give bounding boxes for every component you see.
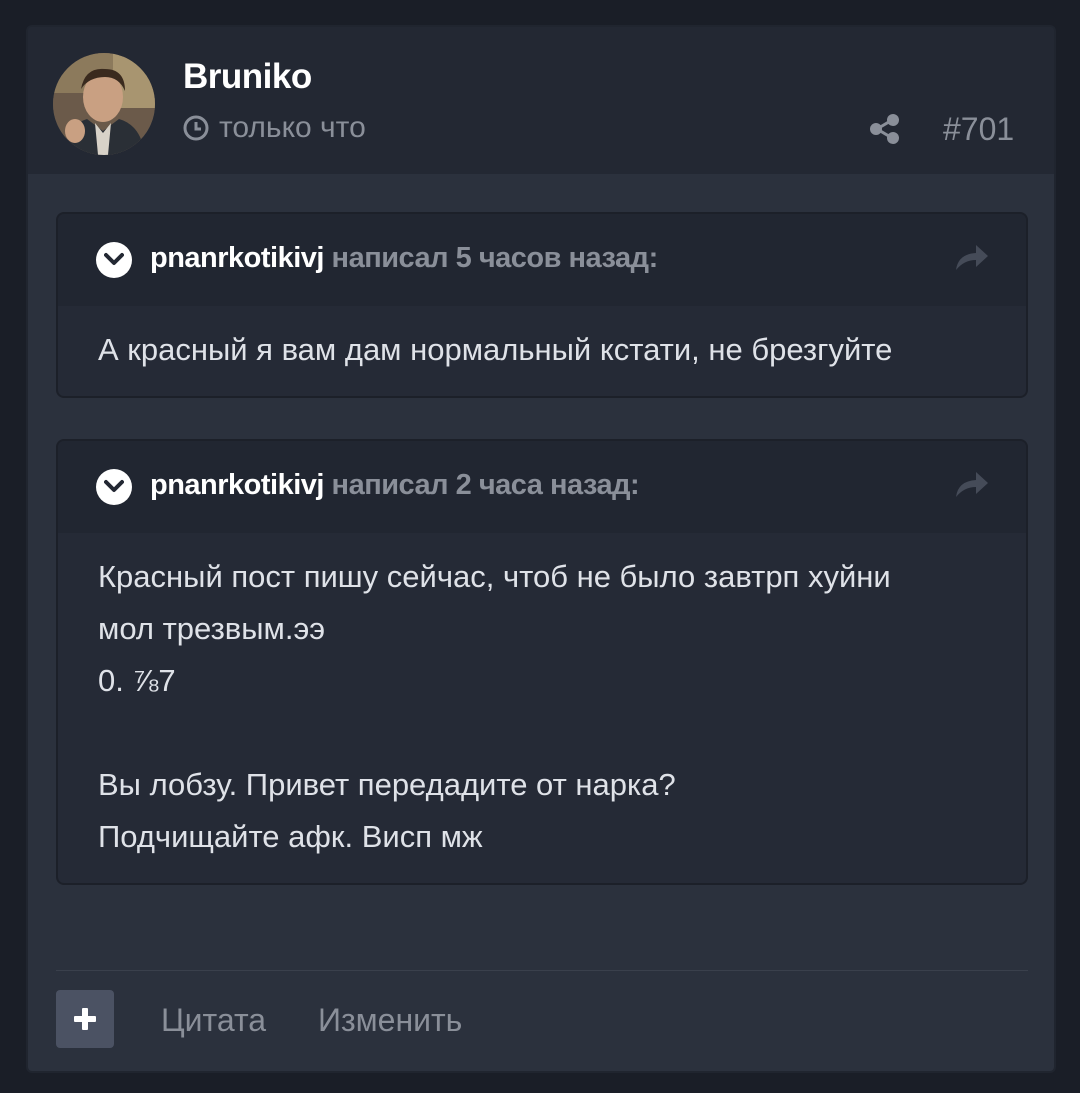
quote-header: pnanrkotikivj написал 5 часов назад: bbox=[58, 214, 1026, 306]
edit-button[interactable]: Изменить bbox=[318, 1002, 462, 1039]
quote-line: 0. ⅞7 bbox=[98, 663, 176, 698]
quote-author[interactable]: pnanrkotikivj bbox=[150, 242, 325, 274]
quote-body: Красный пост пишу сейчас, чтоб не было з… bbox=[58, 533, 1026, 883]
forum-post: Bruniko только что #701 pnanrkotikivj на… bbox=[26, 25, 1056, 1073]
post-header: Bruniko только что #701 bbox=[28, 27, 1054, 174]
quote-line: Подчищайте афк. Висп мж bbox=[98, 819, 483, 854]
avatar[interactable] bbox=[53, 53, 155, 155]
post-author[interactable]: Bruniko bbox=[183, 57, 312, 97]
quote-block: pnanrkotikivj написал 2 часа назад: Крас… bbox=[56, 439, 1028, 885]
quote-header: pnanrkotikivj написал 2 часа назад: bbox=[58, 441, 1026, 533]
quote-line: А красный я вам дам нормальный кстати, н… bbox=[98, 332, 893, 367]
quote-line: Вы лобзу. Привет передадите от нарка? bbox=[98, 767, 676, 802]
reply-arrow-icon[interactable] bbox=[954, 469, 990, 499]
quote-line: Красный пост пишу сейчас, чтоб не было з… bbox=[98, 559, 891, 594]
quote-meta: написал 2 часа назад: bbox=[324, 469, 640, 501]
footer-divider bbox=[56, 970, 1028, 971]
timestamp-text: только что bbox=[219, 111, 366, 144]
clock-icon bbox=[183, 115, 209, 141]
plus-icon[interactable] bbox=[56, 990, 114, 1048]
quote-line: мол трезвым.ээ bbox=[98, 611, 326, 646]
reply-arrow-icon[interactable] bbox=[954, 242, 990, 272]
quote-line bbox=[98, 707, 986, 759]
quote-body: А красный я вам дам нормальный кстати, н… bbox=[58, 306, 1026, 396]
post-number-link[interactable]: #701 bbox=[943, 111, 1014, 148]
post-timestamp: только что bbox=[183, 111, 366, 145]
quote-attribution: pnanrkotikivj написал 2 часа назад: bbox=[150, 469, 640, 502]
quote-attribution: pnanrkotikivj написал 5 часов назад: bbox=[150, 242, 658, 275]
chevron-down-icon[interactable] bbox=[96, 242, 132, 278]
quote-button[interactable]: Цитата bbox=[161, 1002, 266, 1039]
chevron-down-icon[interactable] bbox=[96, 469, 132, 505]
quote-meta: написал 5 часов назад: bbox=[324, 242, 659, 274]
quote-block: pnanrkotikivj написал 5 часов назад: А к… bbox=[56, 212, 1028, 398]
quote-author[interactable]: pnanrkotikivj bbox=[150, 469, 325, 501]
share-icon[interactable] bbox=[868, 113, 902, 145]
